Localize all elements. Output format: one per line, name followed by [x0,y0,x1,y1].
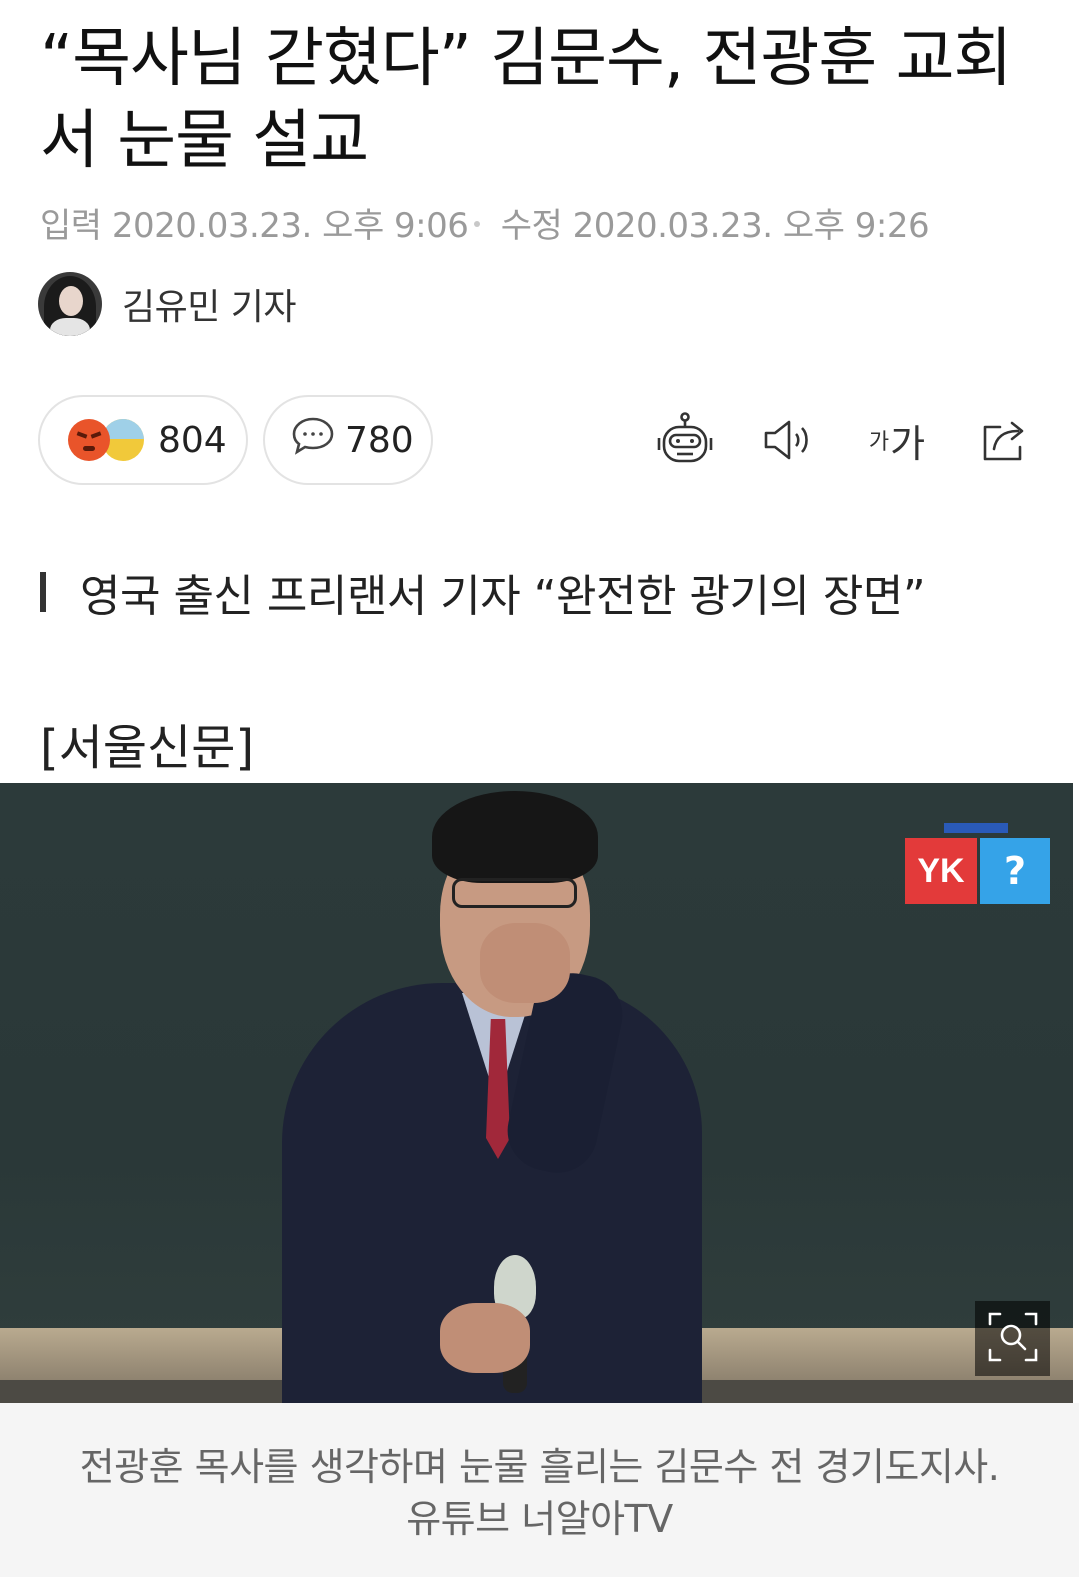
modified-label: 수정 [500,206,563,246]
author-name[interactable]: 김유민 기자 [122,278,297,330]
reaction-button[interactable]: 804 [38,395,248,485]
photo-zoom-button[interactable] [975,1301,1050,1376]
published-date: 2020.03.23. 오후 9:06 [111,206,469,246]
summary-bot-button[interactable] [650,405,720,475]
person-glasses [452,878,577,908]
listen-button[interactable] [758,405,818,475]
share-button[interactable] [975,405,1035,475]
modified-date: 2020.03.23. 오후 9:26 [572,206,930,246]
comment-button[interactable]: 780 [263,395,433,485]
article-meta: 입력 2020.03.23. 오후 9:06 수정 2020.03.23. 오후… [40,198,930,247]
photo-caption: 전광훈 목사를 생각하며 눈물 흘리는 김문수 전 경기도지사. 유튜브 너알아… [0,1403,1079,1577]
caption-credit: 유튜브 너알아TV [406,1497,673,1541]
author-row[interactable]: 김유민 기자 [38,272,297,336]
article-toolbar: 가가 [650,405,1040,475]
meta-separator [474,220,481,227]
person-hair [432,791,598,883]
font-size-small-glyph: 가 [868,430,890,455]
reaction-count: 804 [158,419,227,461]
person-hand [480,923,570,1003]
person-hand-low [440,1303,530,1373]
subtitle-bar [40,572,46,612]
comment-bubble-icon [291,416,335,465]
caption-text: 전광훈 목사를 생각하며 눈물 흘리는 김문수 전 경기도지사. [79,1445,1000,1489]
font-size-button[interactable]: 가가 [862,405,932,475]
news-source: [서울신문] [40,720,255,776]
channel-logo-yk: YK [905,838,977,904]
subtitle-text: 영국 출신 프리랜서 기자 “완전한 광기의 장면” [80,571,926,622]
font-size-large-glyph: 가 [890,421,926,466]
angry-emoji-icon [68,419,110,461]
author-avatar[interactable] [38,272,102,336]
article-subtitle: 영국 출신 프리랜서 기자 “완전한 광기의 장면” [40,560,926,624]
article-photo[interactable]: YK ? [0,783,1073,1403]
robot-icon [655,412,715,468]
comment-count: 780 [345,419,414,461]
speaker-icon [763,418,813,462]
published-label: 입력 [40,206,102,246]
channel-logo-accent [944,823,1008,833]
zoom-magnifier-icon [987,1311,1039,1367]
share-icon [980,417,1030,463]
channel-logo-question: ? [980,838,1050,904]
article-headline: “목사님 갇혔다” 김문수, 전광훈 교회서 눈물 설교 [40,22,1012,178]
